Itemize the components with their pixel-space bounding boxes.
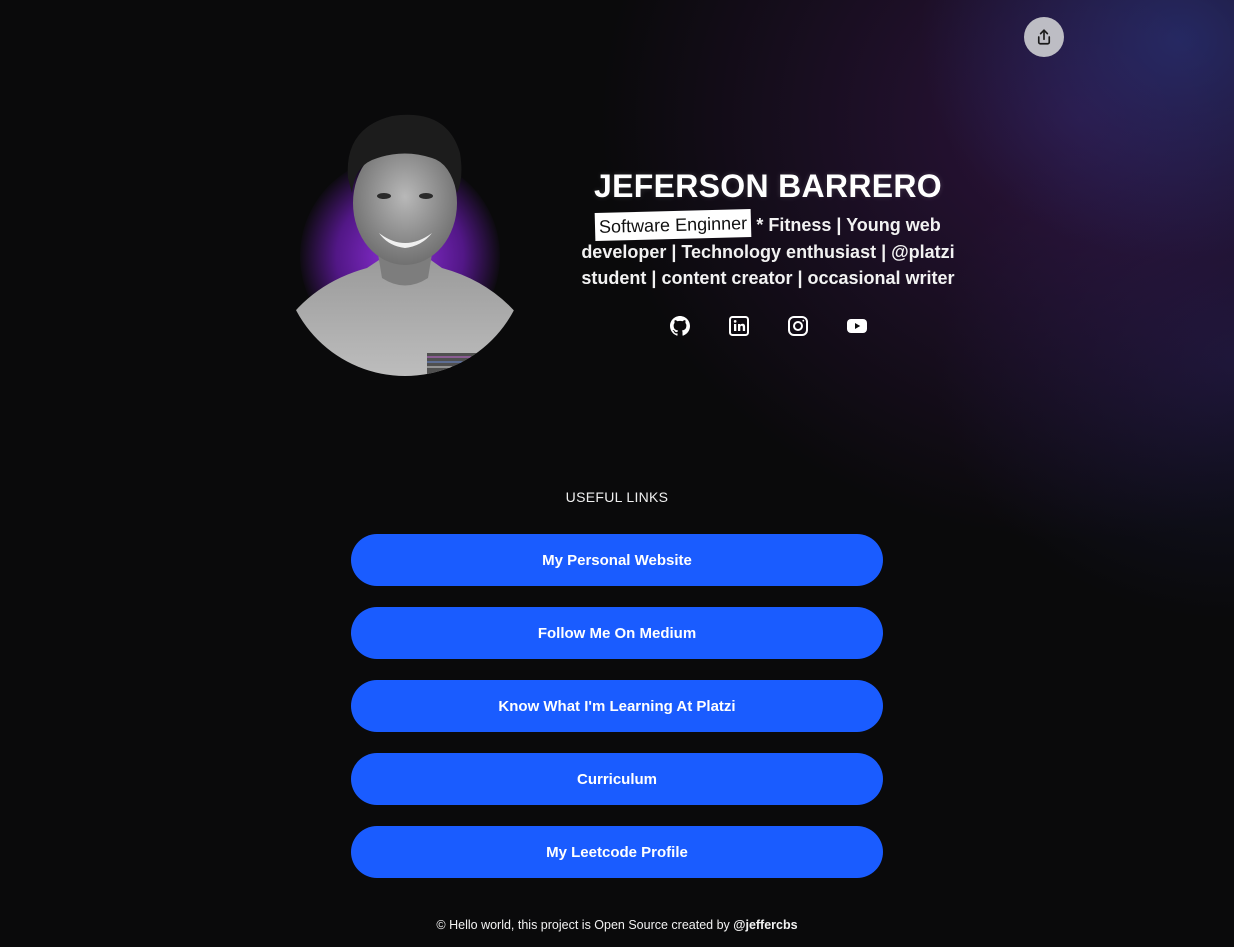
avatar-photo	[282, 114, 528, 376]
github-icon	[670, 316, 690, 336]
footer: © Hello world, this project is Open Sour…	[0, 918, 1234, 932]
footer-text: © Hello world, this project is Open Sour…	[436, 918, 734, 932]
linkedin-link[interactable]	[727, 314, 751, 338]
footer-handle-link[interactable]: @jeffercbs	[733, 918, 797, 932]
instagram-link[interactable]	[786, 314, 810, 338]
bio-highlight: Software Enginner	[594, 208, 752, 242]
profile-avatar	[282, 108, 528, 376]
useful-links-heading: USEFUL LINKS	[565, 489, 669, 505]
social-links	[668, 314, 878, 338]
instagram-icon	[788, 316, 808, 336]
medium-button[interactable]: Follow Me On Medium	[351, 607, 883, 659]
profile-info: JEFERSON BARRERO Software Enginner * Fit…	[578, 166, 958, 291]
share-button[interactable]	[1024, 17, 1064, 57]
linkedin-icon	[729, 316, 749, 336]
platzi-button[interactable]: Know What I'm Learning At Platzi	[351, 680, 883, 732]
leetcode-button[interactable]: My Leetcode Profile	[351, 826, 883, 878]
youtube-link[interactable]	[845, 314, 869, 338]
youtube-icon	[847, 319, 867, 333]
personal-website-button[interactable]: My Personal Website	[351, 534, 883, 586]
github-link[interactable]	[668, 314, 692, 338]
profile-bio: Software Enginner * Fitness | Young web …	[578, 208, 958, 291]
curriculum-button[interactable]: Curriculum	[351, 753, 883, 805]
profile-name: JEFERSON BARRERO	[594, 168, 942, 204]
share-icon	[1037, 29, 1051, 45]
